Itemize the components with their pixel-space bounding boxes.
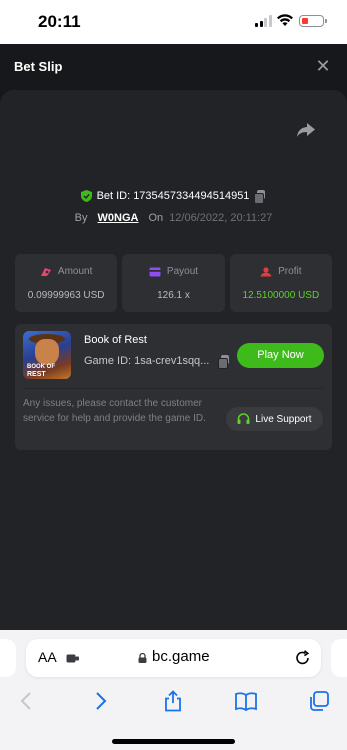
payout-icon xyxy=(149,267,161,276)
stat-profit-label: Profit xyxy=(278,266,302,277)
bookmarks-icon[interactable] xyxy=(234,690,258,712)
game-id-text: Game ID: 1sa-crev1sqq... xyxy=(84,355,210,367)
back-icon[interactable] xyxy=(15,690,39,712)
live-support-button[interactable]: Live Support xyxy=(226,407,323,431)
on-label: On xyxy=(148,212,164,224)
amount-icon xyxy=(40,267,51,276)
home-indicator xyxy=(112,739,235,744)
next-tab-peek[interactable] xyxy=(331,639,347,677)
headset-icon xyxy=(237,413,250,424)
modal-title: Bet Slip xyxy=(14,59,63,74)
extension-icon[interactable] xyxy=(66,652,80,664)
reader-settings-button[interactable]: AA xyxy=(38,649,57,665)
copy-game-id-icon[interactable] xyxy=(218,355,230,369)
tabs-icon[interactable] xyxy=(307,690,331,712)
bet-date: 12/06/2022, 20:11:27 xyxy=(169,212,273,224)
url-text[interactable]: bc.game xyxy=(152,648,210,665)
live-support-label: Live Support xyxy=(255,413,312,425)
stat-payout-value: 126.1 x xyxy=(157,290,190,301)
modal-header: Bet Slip ✕ xyxy=(0,44,347,90)
copy-bet-id-icon[interactable] xyxy=(254,190,266,204)
status-time: 20:11 xyxy=(38,12,81,31)
stat-amount-value: 0.09999963 USD xyxy=(27,290,105,301)
bettor-username-link[interactable]: W0NGA xyxy=(98,212,139,224)
game-name: Book of Rest xyxy=(84,334,147,346)
verified-shield-icon xyxy=(80,190,92,202)
bet-id-label: Bet ID: xyxy=(96,190,131,202)
lock-icon xyxy=(138,653,147,663)
reload-icon[interactable] xyxy=(294,649,312,667)
share-sheet-icon[interactable] xyxy=(161,690,185,712)
profit-icon xyxy=(260,266,272,276)
stat-profit: Profit 12.5100000 USD xyxy=(229,254,332,312)
share-icon[interactable] xyxy=(296,122,316,138)
stat-payout: Payout 126.1 x xyxy=(122,254,225,312)
forward-icon[interactable] xyxy=(88,690,112,712)
by-label: By xyxy=(74,212,88,224)
browser-toolbar xyxy=(0,684,347,718)
bet-details-panel: Bet ID: 1735457334494514951 By W0NGA On … xyxy=(0,90,347,630)
stat-profit-value: 12.5100000 USD xyxy=(242,290,320,301)
bet-id-value: 1735457334494514951 xyxy=(133,190,250,202)
bet-id-row: Bet ID: 1735457334494514951 xyxy=(0,190,347,210)
address-bar[interactable]: AA bc.game xyxy=(26,639,321,677)
play-now-button[interactable]: Play Now xyxy=(237,343,324,368)
battery-icon xyxy=(299,15,327,27)
bet-slip-modal: Bet Slip ✕ Bet ID: 1735457334494514951 B… xyxy=(0,44,347,630)
cellular-signal-icon xyxy=(255,15,272,27)
support-notice: Any issues, please contact the customer … xyxy=(23,398,206,424)
stat-amount: Amount 0.09999963 USD xyxy=(15,254,118,312)
close-icon[interactable]: ✕ xyxy=(313,56,333,76)
bet-stats: Amount 0.09999963 USD Payout 126.1 x Pro… xyxy=(15,254,332,312)
bet-author-row: By W0NGA On 12/06/2022, 20:11:27 xyxy=(0,212,347,230)
game-thumbnail[interactable]: BOOK OF REST xyxy=(23,331,71,379)
stat-amount-label: Amount xyxy=(57,266,93,277)
status-bar: 20:11 xyxy=(0,0,347,44)
thumb-logo-line2: REST xyxy=(27,371,46,378)
previous-tab-peek[interactable] xyxy=(0,639,16,677)
browser-chrome: AA bc.game xyxy=(0,630,347,750)
divider xyxy=(23,388,324,389)
game-card: BOOK OF REST Book of Rest Game ID: 1sa-c… xyxy=(15,324,332,450)
stat-payout-label: Payout xyxy=(166,266,199,277)
wifi-icon xyxy=(277,14,293,26)
game-id-row: Game ID: 1sa-crev1sqq... xyxy=(84,355,230,369)
thumb-logo-line1: BOOK OF xyxy=(27,364,55,370)
